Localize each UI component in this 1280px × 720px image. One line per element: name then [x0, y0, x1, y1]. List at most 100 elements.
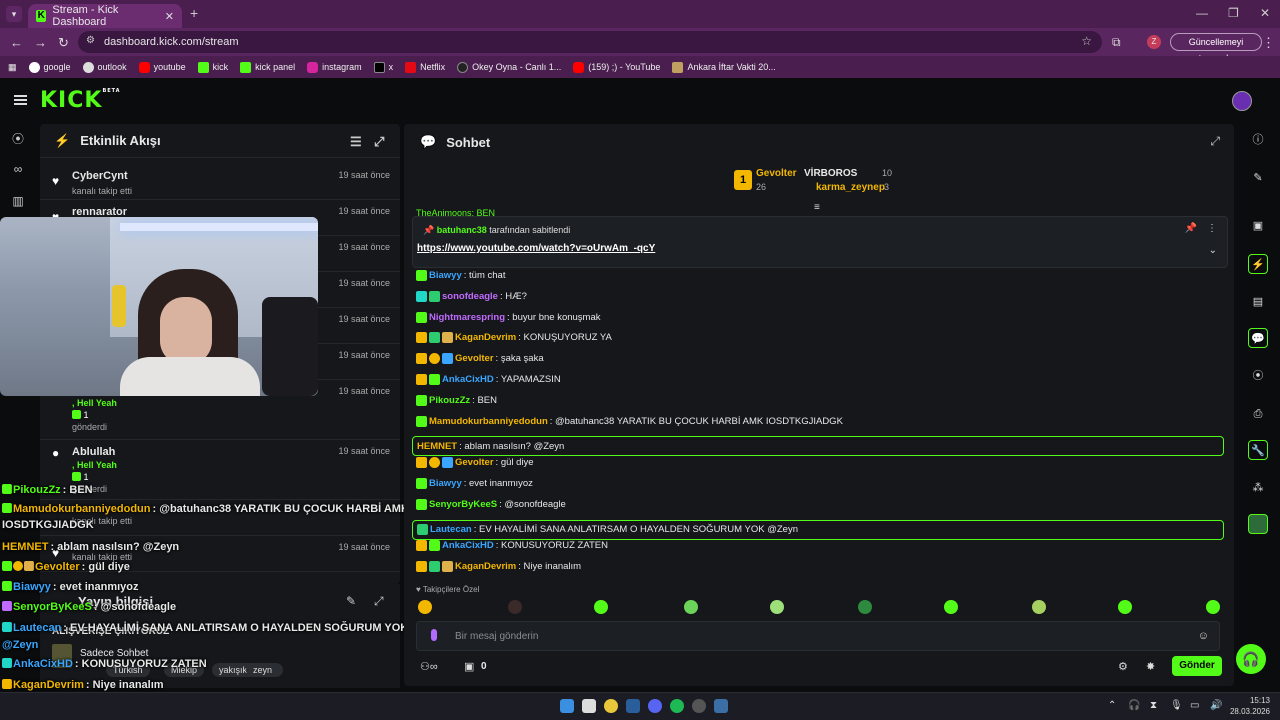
leader-name[interactable]: VİRBOROS [804, 168, 857, 179]
obs-icon[interactable] [692, 699, 706, 713]
reload-icon[interactable]: ↻ [58, 35, 69, 51]
emote-icon[interactable] [944, 600, 958, 614]
popout-icon[interactable]: ⤢ [374, 594, 384, 609]
chat-message[interactable]: Biawyy: evet inanmıyoz [416, 478, 533, 489]
edit-icon[interactable]: ✎ [1248, 168, 1268, 188]
user-avatar[interactable] [1232, 91, 1252, 111]
chat-username[interactable]: KaganDevrim [455, 561, 516, 572]
leader-name[interactable]: karma_zeynep [816, 182, 885, 193]
settings-icon[interactable]: ⚙ [1118, 660, 1128, 673]
emote-picker-icon[interactable]: ✸ [1146, 660, 1155, 673]
emote-icon[interactable] [594, 600, 608, 614]
close-window-icon[interactable]: ✕ [1260, 6, 1270, 20]
chat-username[interactable]: Gevolter [455, 457, 494, 468]
new-tab-icon[interactable]: + [190, 5, 198, 21]
start-icon[interactable] [560, 699, 574, 713]
chat-username[interactable]: sonofdeagle [442, 291, 498, 302]
edit-icon[interactable]: ✎ [346, 594, 356, 608]
chat-message[interactable]: SenyorByKeeS: @sonofdeagle [416, 498, 566, 510]
popout-icon[interactable]: ⤢ [1210, 134, 1220, 149]
activity-username[interactable]: CyberCynt [72, 170, 128, 182]
bookmark-instagram[interactable]: instagram [301, 61, 368, 73]
support-headset-icon[interactable]: 🎧 [1236, 644, 1266, 674]
chat-input[interactable]: Bir mesaj gönderin ☺ [416, 621, 1220, 651]
bookmark-google[interactable]: google [23, 61, 77, 73]
minimize-icon[interactable]: — [1196, 6, 1208, 20]
link-icon[interactable]: ∞ [10, 162, 26, 178]
emote-icon[interactable] [858, 600, 872, 614]
gift-icon[interactable]: ▣ [464, 660, 474, 673]
bookmark-x[interactable]: x [368, 61, 400, 73]
bookmark-youtube-2[interactable]: (159) ;) - YouTube [567, 61, 666, 73]
tab-close-icon[interactable]: ✕ [165, 10, 174, 23]
analytics-icon[interactable]: ▥ [10, 194, 26, 210]
emote-icon[interactable] [508, 600, 522, 614]
address-bar[interactable]: ⚙ dashboard.kick.com/stream ☆ [78, 31, 1102, 53]
chat-username[interactable]: AnkaCixHD [442, 540, 494, 551]
broadcast-icon[interactable]: ⦿ [10, 130, 26, 146]
taskbar-clock[interactable]: 15:13 28.03.2026 [1230, 695, 1270, 717]
emote-icon[interactable] [1032, 600, 1046, 614]
activity-username[interactable]: Ablullah [72, 446, 115, 458]
spotify-icon[interactable] [670, 699, 684, 713]
tab-search-icon[interactable]: ▾ [6, 6, 22, 22]
bookmark-okey[interactable]: Okey Oyna - Canlı 1... [451, 61, 567, 73]
info-icon[interactable]: ⓘ [1248, 130, 1268, 150]
chat-message[interactable]: Lautecan: EV HAYALİMİ SANA ANLATIRSAM O … [412, 519, 1224, 540]
chat-username[interactable]: Lautecan [430, 524, 472, 535]
chat-username[interactable]: Nightmarespring [429, 312, 505, 323]
chat-message[interactable]: sonofdeagle: HÆ? [416, 290, 527, 302]
mic-icon[interactable]: 🎙 [1170, 700, 1183, 711]
send-button[interactable]: Gönder [1172, 656, 1222, 676]
chat-username[interactable]: Gevolter [455, 353, 494, 364]
leader-name[interactable]: Gevolter [756, 168, 797, 179]
chat-message[interactable]: HEMNET: ablam nasılsın? @Zeyn [412, 436, 1224, 457]
chat-username[interactable]: PikouzZz [429, 395, 470, 406]
filter-icon[interactable]: ☰ [350, 134, 362, 150]
chat-message[interactable]: AnkaCixHD: YAPAMAZSIN [416, 374, 561, 385]
chat-message[interactable]: Gevolter: gül diye [416, 457, 534, 469]
emote-icon[interactable] [770, 600, 784, 614]
app-icon[interactable] [714, 699, 728, 713]
chevron-down-icon[interactable]: ⌄ [1209, 245, 1217, 256]
chat-message[interactable]: Biawyy: tüm chat [416, 270, 505, 281]
emoji-icon[interactable]: ☺ [1198, 630, 1209, 642]
capture-icon[interactable]: ▣ [1248, 216, 1268, 236]
bookmark-outlook[interactable]: outlook [77, 61, 133, 73]
chat-username[interactable]: SenyorByKeeS [429, 499, 497, 510]
network-icon[interactable]: ⧗ [1150, 700, 1157, 711]
bookmark-kick[interactable]: kick [192, 61, 235, 73]
bookmark-netflix[interactable]: Netflix [399, 61, 451, 73]
site-info-icon[interactable]: ⚙ [86, 35, 95, 46]
printer-icon[interactable]: ⎙ [1248, 404, 1268, 424]
back-icon[interactable]: ← [10, 35, 23, 50]
notes-icon[interactable]: ▤ [1248, 292, 1268, 312]
steam-icon[interactable] [626, 699, 640, 713]
display-icon[interactable]: ▭ [1190, 700, 1199, 711]
extensions-icon[interactable]: ⧉ [1112, 35, 1121, 50]
menu-icon[interactable] [14, 95, 27, 105]
browser-tab[interactable]: K Stream - Kick Dashboard ✕ [28, 4, 182, 28]
chat-toggle-icon[interactable]: 💬 [1248, 328, 1268, 348]
emote-icon[interactable] [1206, 600, 1220, 614]
apps-icon[interactable]: ▦ [0, 62, 23, 73]
volume-icon[interactable]: 🔊 [1210, 700, 1222, 711]
collapse-leaderboard-icon[interactable]: ≡ [814, 202, 820, 213]
mic-icon[interactable] [431, 629, 437, 641]
bookmark-youtube[interactable]: youtube [133, 61, 192, 73]
tray-chevron-icon[interactable]: ⌃ [1108, 700, 1116, 711]
chat-message[interactable]: KaganDevrim: Niye inanalım [416, 561, 581, 573]
broadcast-icon[interactable]: ⦿ [1248, 366, 1268, 386]
explorer-icon[interactable] [582, 699, 596, 713]
headset-icon[interactable]: 🎧 [1128, 700, 1140, 711]
browser-menu-icon[interactable]: ⋮ [1262, 35, 1275, 51]
kick-logo[interactable]: KICKBETA [40, 88, 121, 113]
chat-username[interactable]: Biawyy [429, 270, 462, 281]
chat-message[interactable]: PikouzZz: BEN [416, 394, 497, 406]
chrome-icon[interactable] [604, 699, 618, 713]
emote-icon[interactable] [684, 600, 698, 614]
wrench-icon[interactable]: 🔧 [1248, 440, 1268, 460]
chat-message[interactable]: KaganDevrim: KONUŞUYORUZ YA [416, 332, 612, 344]
pinned-link[interactable]: https://www.youtube.com/watch?v=oUrwAm_-… [417, 243, 655, 254]
chat-username[interactable]: KaganDevrim [455, 332, 516, 343]
